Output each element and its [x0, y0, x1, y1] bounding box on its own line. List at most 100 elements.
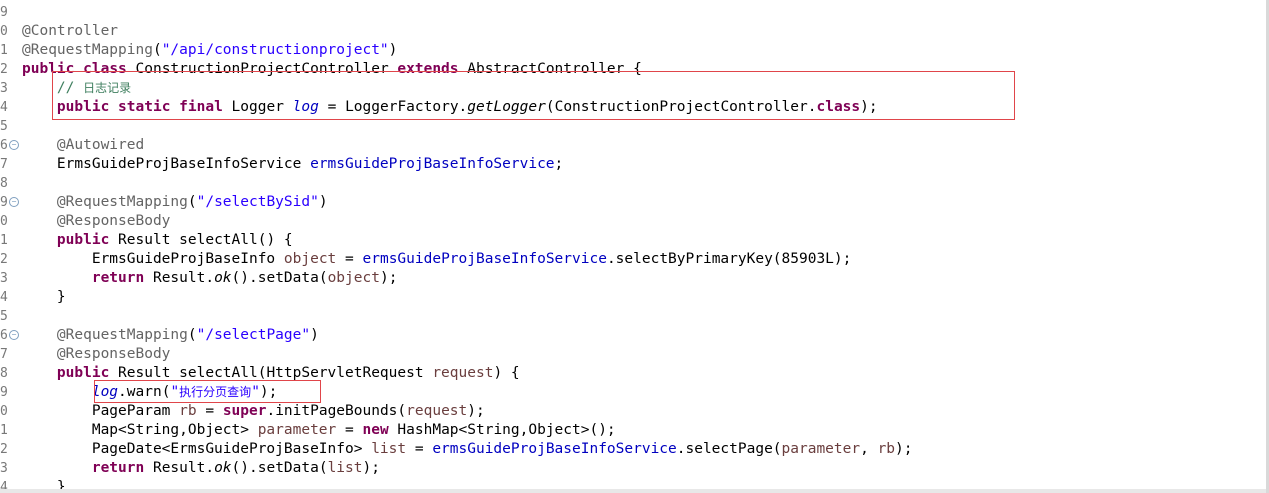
- code-token: @Controller: [22, 23, 119, 39]
- code-line[interactable]: 2 PageDate<ErmsGuideProjBaseInfo> list =…: [0, 440, 1266, 459]
- code-token: ;: [554, 156, 564, 172]
- code-token: log: [91, 384, 119, 400]
- code-line[interactable]: 9 log.warn("执行分页查询");: [0, 383, 1266, 402]
- code-text: public Result selectAll() {: [22, 231, 293, 250]
- code-token: 执行分页查询: [179, 385, 252, 399]
- line-number: 7: [0, 347, 8, 362]
- code-text: @RequestMapping("/selectPage"): [22, 326, 319, 345]
- code-line[interactable]: 3 return Result.ok().setData(list);: [0, 459, 1266, 478]
- code-line[interactable]: 3 // 日志记录: [0, 79, 1266, 98]
- code-token: =: [336, 251, 363, 267]
- code-line[interactable]: 7 ErmsGuideProjBaseInfoService ermsGuide…: [0, 155, 1266, 174]
- code-token: .initPageBounds(: [266, 403, 407, 419]
- code-token: ConstructionProjectController: [126, 61, 398, 77]
- code-text: @ResponseBody: [22, 345, 171, 364]
- horizontal-scrollbar[interactable]: [0, 489, 1266, 493]
- line-number: 8: [0, 366, 8, 381]
- code-token: @Autowired: [56, 137, 145, 153]
- code-token: object: [283, 251, 337, 267]
- code-token: public: [56, 99, 110, 115]
- code-text: return Result.ok().setData(list);: [22, 459, 380, 478]
- code-token: getLogger: [467, 99, 546, 115]
- code-token: Result selectAll(HttpServletRequest: [109, 365, 433, 381]
- code-line[interactable]: 1 @RequestMapping("/api/constructionproje…: [0, 41, 1266, 60]
- code-token: extends: [397, 61, 459, 77]
- code-token: PageDate<ErmsGuideProjBaseInfo>: [22, 441, 372, 457]
- fold-toggle-icon[interactable]: −: [9, 140, 19, 150]
- line-number: 5: [0, 309, 8, 324]
- code-token: //: [22, 80, 84, 96]
- code-token: list: [327, 460, 363, 476]
- code-line[interactable]: 1 Map<String,Object> parameter = new Has…: [0, 421, 1266, 440]
- code-token: Result.: [144, 460, 215, 476]
- code-line[interactable]: 8 public Result selectAll(HttpServletReq…: [0, 364, 1266, 383]
- code-token: ): [310, 327, 319, 343]
- code-text: @RequestMapping("/api/constructionprojec…: [22, 41, 397, 60]
- line-number: 4: [0, 100, 8, 115]
- line-number: 2: [0, 442, 8, 457]
- code-token: list: [371, 441, 407, 457]
- code-token: @RequestMapping: [22, 42, 153, 58]
- code-token: ) {: [493, 365, 520, 381]
- line-number: 3: [0, 461, 8, 476]
- code-text: ErmsGuideProjBaseInfoService ermsGuidePr…: [22, 155, 563, 174]
- code-line[interactable]: 6− @RequestMapping("/selectPage"): [0, 326, 1266, 345]
- fold-toggle-icon[interactable]: −: [9, 330, 19, 340]
- code-line[interactable]: 5: [0, 307, 1266, 326]
- code-token: ": [251, 384, 260, 400]
- code-line[interactable]: 3 return Result.ok().setData(object);: [0, 269, 1266, 288]
- code-line[interactable]: 2 ErmsGuideProjBaseInfo object = ermsGui…: [0, 250, 1266, 269]
- code-token: request: [406, 403, 468, 419]
- code-text: PageParam rb = super.initPageBounds(requ…: [22, 402, 485, 421]
- code-line[interactable]: 1 public Result selectAll() {: [0, 231, 1266, 250]
- code-editor[interactable]: 9 0 @Controller 1 @RequestMapping("/api/cons…: [0, 0, 1269, 493]
- code-token: .warn(: [118, 384, 171, 400]
- code-line[interactable]: 5: [0, 117, 1266, 136]
- line-number: 1: [0, 423, 8, 438]
- code-token: super: [222, 403, 267, 419]
- code-token: Map<String,Object>: [22, 422, 258, 438]
- code-token: ErmsGuideProjBaseInfo: [22, 251, 284, 267]
- code-token: ,: [860, 441, 878, 457]
- code-token: rb: [179, 403, 197, 419]
- code-token: Logger: [222, 99, 293, 115]
- code-token: );: [467, 403, 485, 419]
- code-token: (: [152, 42, 162, 58]
- code-line[interactable]: 9: [0, 3, 1266, 22]
- code-line[interactable]: 0 @Controller: [0, 22, 1266, 41]
- code-token: @RequestMapping: [56, 327, 188, 343]
- code-line[interactable]: 2 public class ConstructionProjectControl…: [0, 60, 1266, 79]
- code-text: @ResponseBody: [22, 212, 171, 231]
- line-number: 2: [0, 62, 8, 77]
- code-token: HashMap<String,Object>();: [388, 422, 616, 438]
- code-token: AbstractController {: [458, 61, 642, 77]
- code-token: Result selectAll() {: [109, 232, 293, 248]
- code-line[interactable]: 4 public static final Logger log = Logge…: [0, 98, 1266, 117]
- code-line[interactable]: 0 PageParam rb = super.initPageBounds(re…: [0, 402, 1266, 421]
- line-number: 2: [0, 252, 8, 267]
- code-line[interactable]: 9− @RequestMapping("/selectBySid"): [0, 193, 1266, 212]
- code-line[interactable]: 7 @ResponseBody: [0, 345, 1266, 364]
- code-token: =: [196, 403, 223, 419]
- code-token: 日志记录: [83, 81, 132, 95]
- code-token: ().setData(: [231, 460, 328, 476]
- code-token: ermsGuideProjBaseInfoService: [432, 441, 677, 457]
- code-line[interactable]: 0 @ResponseBody: [0, 212, 1266, 231]
- code-line[interactable]: 8: [0, 174, 1266, 193]
- code-token: );: [379, 270, 398, 286]
- fold-toggle-icon[interactable]: −: [9, 197, 19, 207]
- code-text: public Result selectAll(HttpServletReque…: [22, 364, 520, 383]
- code-line[interactable]: 6− @Autowired: [0, 136, 1266, 155]
- code-line[interactable]: 4 }: [0, 288, 1266, 307]
- code-token: );: [259, 384, 278, 400]
- code-token: }: [22, 289, 66, 305]
- line-number: 5: [0, 119, 8, 134]
- code-token: (: [187, 194, 197, 210]
